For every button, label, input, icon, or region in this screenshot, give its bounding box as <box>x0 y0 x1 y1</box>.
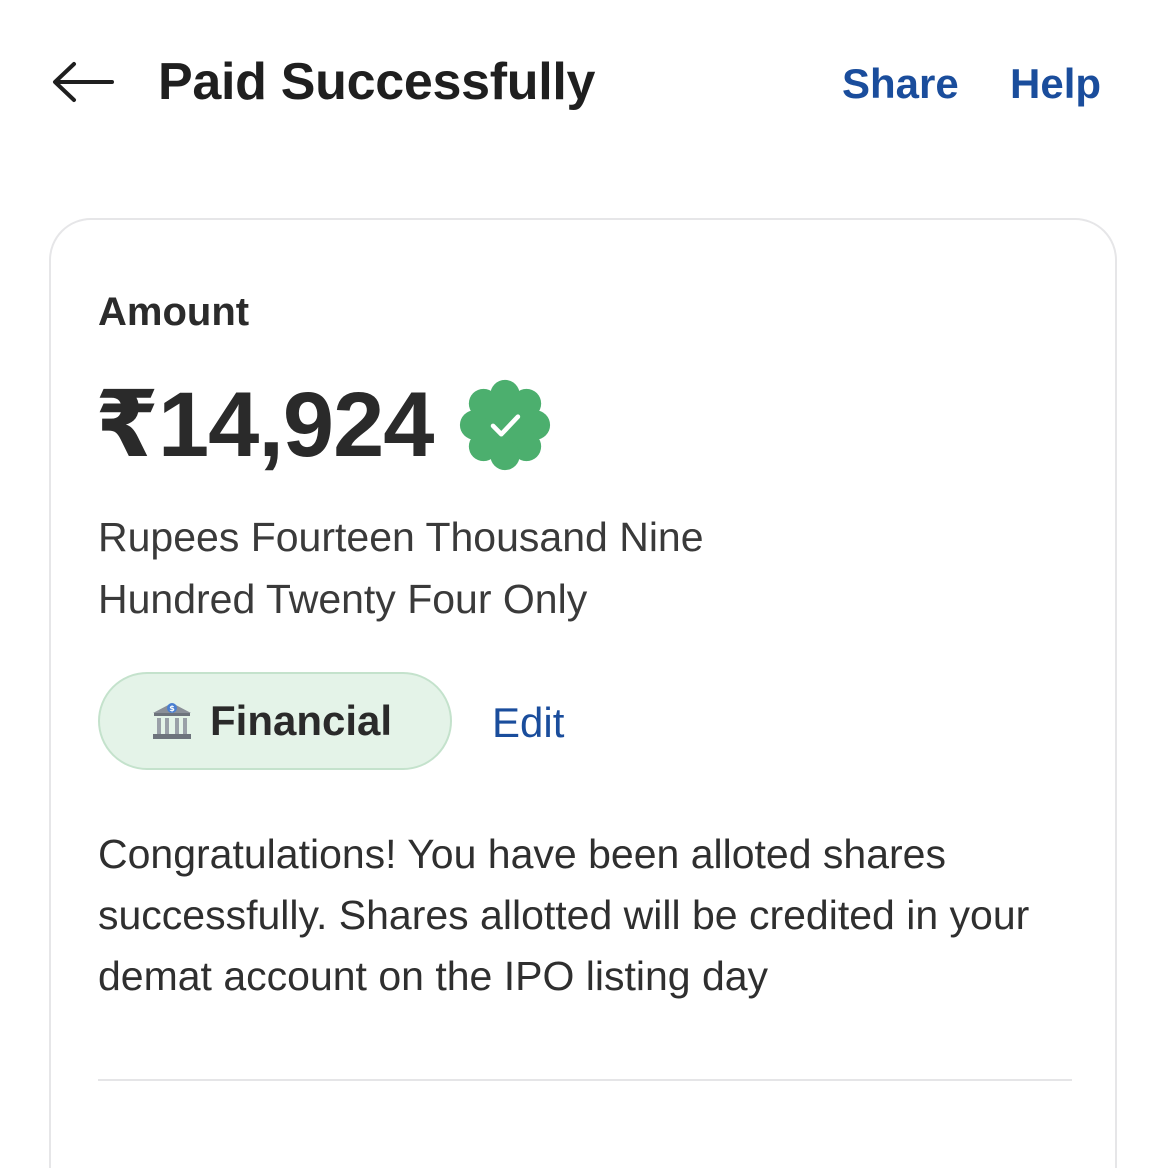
amount-in-words: Rupees Fourteen Thousand Nine Hundred Tw… <box>98 514 704 622</box>
category-chip[interactable]: $ Financial <box>98 672 452 770</box>
share-button[interactable]: Share <box>842 56 959 112</box>
amount-label: Amount <box>98 290 250 334</box>
edit-category-button[interactable]: Edit <box>492 698 564 748</box>
bank-building-icon: $ <box>148 697 196 745</box>
arrow-left-icon <box>53 62 114 102</box>
top-app-bar: Paid Successfully Share Help <box>0 0 1169 165</box>
help-button[interactable]: Help <box>1010 56 1101 112</box>
page-title: Paid Successfully <box>158 53 596 111</box>
payment-details-card: Amount ₹14,924 Rupees Fourteen Thousand … <box>49 218 1117 1168</box>
payment-success-screen: Paid Successfully Share Help Amount ₹14,… <box>0 0 1169 1168</box>
section-divider <box>98 1079 1072 1081</box>
amount-row: ₹14,924 <box>95 370 553 480</box>
svg-text:$: $ <box>169 704 175 713</box>
amount-value: ₹14,924 <box>95 374 434 476</box>
back-button[interactable] <box>48 52 118 112</box>
verified-check-badge-icon <box>457 377 553 473</box>
category-label: Financial <box>210 697 393 744</box>
allotment-message: Congratulations! You have been alloted s… <box>98 831 1030 999</box>
